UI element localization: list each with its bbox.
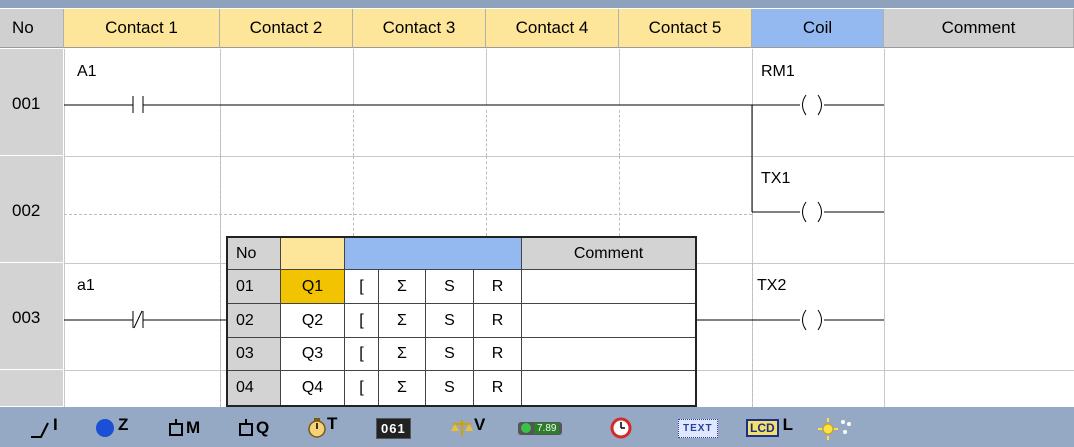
popup-opt-reset[interactable]: R: [474, 304, 522, 338]
text-icon: TEXT: [678, 418, 718, 438]
toolbar-sun-button[interactable]: [818, 415, 852, 441]
toolbar-letter: Z: [118, 415, 129, 434]
popup-output-q1[interactable]: Q1: [281, 270, 345, 304]
toolbar-compare-button[interactable]: V: [450, 415, 485, 441]
toolbar-letter: T: [327, 414, 338, 433]
popup-header-no: No: [228, 238, 281, 270]
popup-comment-cell[interactable]: [522, 338, 695, 371]
toolbar-letter: L: [782, 415, 794, 434]
popup-opt-pulse[interactable]: Ʃ: [379, 270, 426, 304]
relay-m-icon: [169, 419, 183, 436]
output-select-popup: No Comment 01 Q1 [ Ʃ S R 02 Q2 [ Ʃ S R 0…: [226, 236, 697, 407]
popup-opt-reset[interactable]: R: [474, 338, 522, 371]
popup-opt-coil[interactable]: [: [345, 270, 379, 304]
popup-row-no: 03: [228, 338, 281, 371]
toolbar-letter: M: [186, 418, 201, 437]
toolbar-counter-button[interactable]: 061: [376, 415, 411, 441]
popup-opt-coil[interactable]: [: [345, 304, 379, 338]
popup-output-q2[interactable]: Q2: [281, 304, 345, 338]
toolbar-analog-button[interactable]: 7.89: [518, 415, 563, 441]
popup-opt-set[interactable]: S: [426, 270, 474, 304]
popup-comment-cell[interactable]: [522, 270, 695, 304]
element-toolbar: I Z M Q T 061 V 7.89 TEXT LCD L: [0, 407, 1074, 447]
relay-q-icon: [239, 419, 253, 436]
popup-opt-set[interactable]: S: [426, 371, 474, 405]
popup-opt-coil[interactable]: [: [345, 338, 379, 371]
popup-opt-set[interactable]: S: [426, 338, 474, 371]
popup-header-name: [281, 238, 345, 270]
toolbar-letter: V: [474, 415, 486, 434]
popup-opt-reset[interactable]: R: [474, 371, 522, 405]
toolbar-letter: I: [53, 415, 58, 434]
popup-opt-set[interactable]: S: [426, 304, 474, 338]
popup-row-no: 04: [228, 371, 281, 405]
input-contact-icon: [31, 422, 49, 438]
toolbar-m-button[interactable]: M: [168, 415, 200, 441]
blue-circle-icon: [96, 419, 114, 437]
counter-icon: 061: [376, 417, 411, 439]
toolbar-letter: Q: [256, 418, 270, 437]
toolbar-lcd-button[interactable]: LCD L: [746, 415, 793, 441]
popup-comment-cell[interactable]: [522, 304, 695, 338]
lcd-icon: LCD: [746, 419, 779, 437]
clock-icon: [610, 417, 632, 439]
popup-opt-reset[interactable]: R: [474, 270, 522, 304]
toolbar-input-button[interactable]: I: [30, 415, 58, 441]
popup-header-options: [345, 238, 522, 270]
popup-row-no: 01: [228, 270, 281, 304]
toolbar-z-button[interactable]: Z: [95, 415, 128, 441]
toolbar-timer-button[interactable]: T: [307, 414, 338, 441]
toolbar-q-button[interactable]: Q: [238, 415, 269, 441]
toolbar-text-button[interactable]: TEXT: [678, 415, 718, 441]
compare-icon: [451, 420, 473, 436]
popup-opt-pulse[interactable]: Ʃ: [379, 304, 426, 338]
popup-comment-cell[interactable]: [522, 371, 695, 405]
popup-opt-pulse[interactable]: Ʃ: [379, 338, 426, 371]
popup-header-comment: Comment: [522, 238, 695, 270]
popup-opt-coil[interactable]: [: [345, 371, 379, 405]
sun-icon: [818, 418, 851, 440]
popup-output-q3[interactable]: Q3: [281, 338, 345, 371]
toolbar-clock-button[interactable]: [610, 415, 632, 441]
popup-row-no: 02: [228, 304, 281, 338]
popup-opt-pulse[interactable]: Ʃ: [379, 371, 426, 405]
analog-display-icon: 7.89: [518, 421, 563, 435]
timer-icon: [308, 418, 326, 438]
popup-output-q4[interactable]: Q4: [281, 371, 345, 405]
